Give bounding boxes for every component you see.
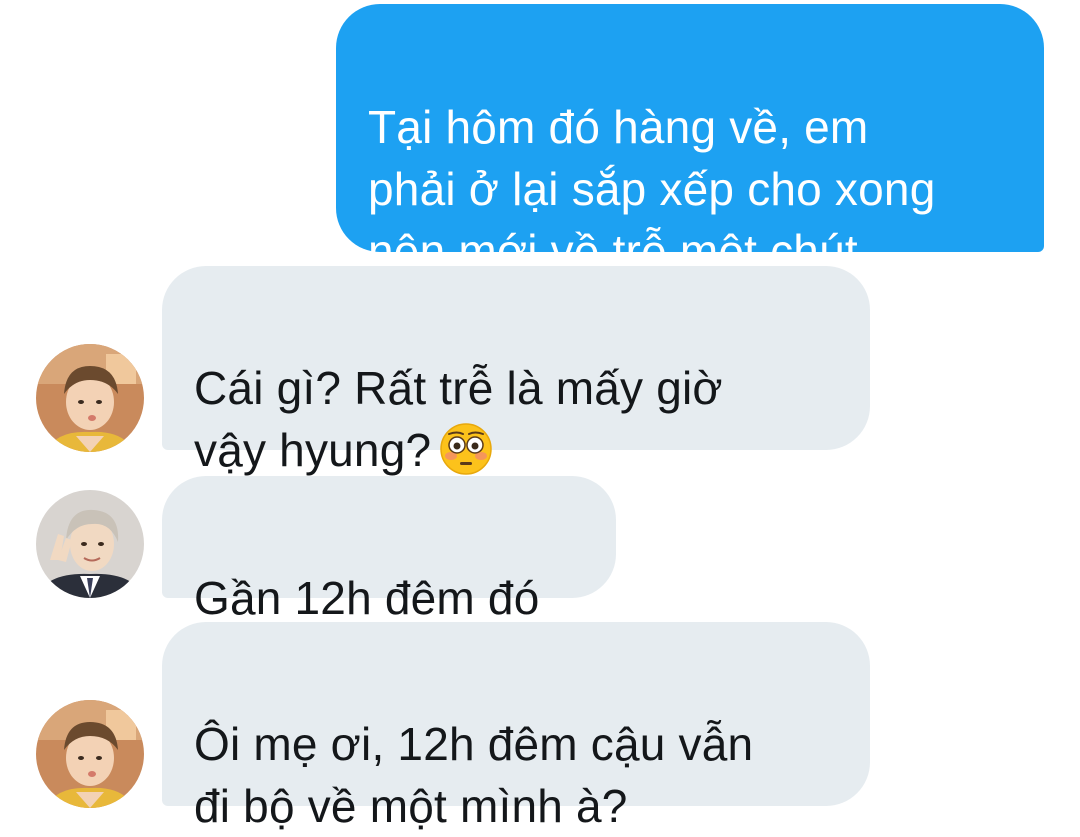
message-text: Tại hôm đó hàng về, em phải ở lại sắp xế…: [368, 101, 936, 277]
message-text: Ôi mẹ ơi, 12h đêm cậu vẫn đi bộ về một m…: [194, 718, 754, 832]
incoming-message-bubble[interactable]: Gần 12h đêm đó: [162, 476, 616, 624]
incoming-message-bubble[interactable]: Ôi mẹ ơi, 12h đêm cậu vẫn đi bộ về một m…: [162, 622, 870, 832]
sender-avatar[interactable]: [36, 490, 144, 598]
sender-avatar[interactable]: [36, 344, 144, 452]
message-text: Gần 12h đêm đó: [194, 572, 540, 624]
sender-avatar[interactable]: [36, 700, 144, 808]
avatar-silver-hair-person: [36, 490, 144, 598]
flushed-face-emoji: [439, 422, 493, 476]
avatar-brown-hair-person: [36, 344, 144, 452]
avatar-brown-hair-person: [36, 700, 144, 808]
outgoing-message-bubble[interactable]: Tại hôm đó hàng về, em phải ở lại sắp xế…: [336, 4, 1044, 277]
incoming-message-bubble[interactable]: Cái gì? Rất trễ là mấy giờ vậy hyung?: [162, 266, 870, 476]
